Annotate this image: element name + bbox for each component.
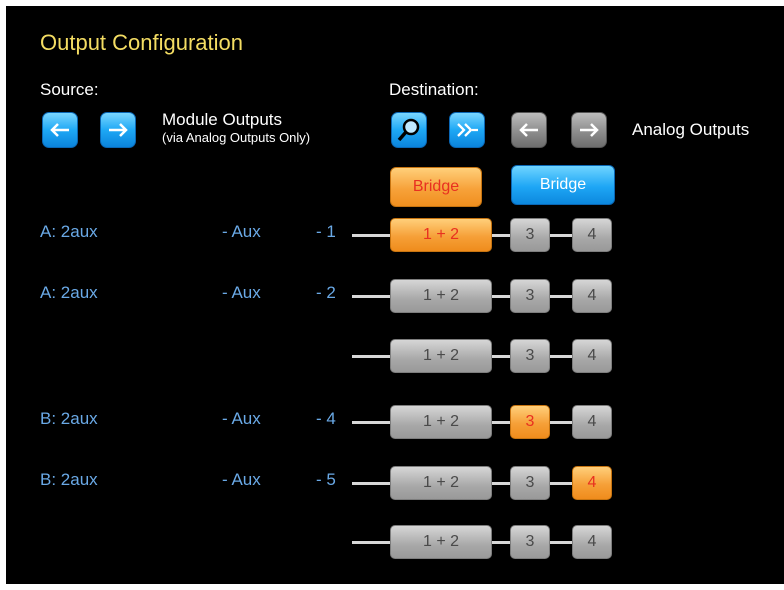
row-wire bbox=[352, 355, 392, 358]
row-output-1-2-button[interactable]: 1 + 2 bbox=[390, 466, 492, 500]
row-wire bbox=[490, 421, 510, 424]
arrow-left-icon bbox=[50, 123, 69, 137]
row-output-1-2-button[interactable]: 1 + 2 bbox=[390, 339, 492, 373]
row-output-1-2-button[interactable]: 1 + 2 bbox=[390, 405, 492, 439]
row-wire bbox=[550, 482, 572, 485]
source-next-button[interactable] bbox=[100, 112, 136, 148]
row-output-3-button[interactable]: 3 bbox=[510, 525, 550, 559]
source-prev-button[interactable] bbox=[42, 112, 78, 148]
row-wire bbox=[352, 295, 392, 298]
row-wire bbox=[550, 234, 572, 237]
row-output-3-button[interactable]: 3 bbox=[510, 339, 550, 373]
row-output-4-button[interactable]: 4 bbox=[572, 279, 612, 313]
row-wire bbox=[352, 421, 392, 424]
row-number-label: - 4 bbox=[316, 409, 336, 428]
row-output-3-button[interactable]: 3 bbox=[510, 466, 550, 500]
row-output-3-button[interactable]: 3 bbox=[510, 279, 550, 313]
row-output-4-button[interactable]: 4 bbox=[572, 405, 612, 439]
row-aux-label: - Aux bbox=[222, 283, 261, 302]
row-aux-label: - Aux bbox=[222, 409, 261, 428]
output-configuration-panel: Output Configuration Source: Destination… bbox=[6, 6, 784, 584]
module-outputs-note: (via Analog Outputs Only) bbox=[162, 130, 311, 145]
row-wire bbox=[490, 355, 510, 358]
row-output-1-2-button[interactable]: 1 + 2 bbox=[390, 525, 492, 559]
row-output-4-button[interactable]: 4 bbox=[572, 525, 612, 559]
bridge-right-button[interactable]: Bridge bbox=[511, 165, 615, 205]
row-output-3-button[interactable]: 3 bbox=[510, 405, 550, 439]
row-wire bbox=[490, 482, 510, 485]
analog-outputs-label: Analog Outputs bbox=[632, 120, 750, 139]
arrow-left-icon bbox=[519, 123, 538, 137]
row-module-label: B: 2aux bbox=[40, 470, 98, 489]
bridge-left-button[interactable]: Bridge bbox=[390, 167, 482, 207]
destination-next-button[interactable] bbox=[571, 112, 607, 148]
row-aux-label: - Aux bbox=[222, 222, 261, 241]
destination-fast-forward-button[interactable] bbox=[449, 112, 485, 148]
row-wire bbox=[352, 234, 392, 237]
destination-prev-button[interactable] bbox=[511, 112, 547, 148]
row-output-1-2-button[interactable]: 1 + 2 bbox=[390, 218, 492, 252]
row-module-label: A: 2aux bbox=[40, 283, 98, 302]
row-wire bbox=[490, 295, 510, 298]
row-output-1-2-button[interactable]: 1 + 2 bbox=[390, 279, 492, 313]
arrow-right-icon bbox=[109, 123, 128, 137]
row-wire bbox=[550, 421, 572, 424]
row-output-4-button[interactable]: 4 bbox=[572, 339, 612, 373]
row-wire bbox=[352, 541, 392, 544]
row-wire bbox=[550, 355, 572, 358]
source-label: Source: bbox=[40, 80, 99, 99]
row-wire bbox=[490, 541, 510, 544]
destination-search-button[interactable] bbox=[391, 112, 427, 148]
double-arrow-right-icon bbox=[457, 123, 478, 137]
row-number-label: - 1 bbox=[316, 222, 336, 241]
row-module-label: A: 2aux bbox=[40, 222, 98, 241]
row-output-3-button[interactable]: 3 bbox=[510, 218, 550, 252]
destination-label: Destination: bbox=[389, 80, 479, 99]
arrow-right-icon bbox=[580, 123, 599, 137]
row-number-label: - 5 bbox=[316, 470, 336, 489]
row-wire bbox=[352, 482, 392, 485]
row-output-4-button[interactable]: 4 bbox=[572, 218, 612, 252]
row-wire bbox=[490, 234, 510, 237]
page-title: Output Configuration bbox=[40, 30, 244, 55]
row-wire bbox=[550, 295, 572, 298]
row-output-4-button[interactable]: 4 bbox=[572, 466, 612, 500]
module-outputs-label: Module Outputs bbox=[162, 110, 283, 129]
row-wire bbox=[550, 541, 572, 544]
row-module-label: B: 2aux bbox=[40, 409, 98, 428]
row-aux-label: - Aux bbox=[222, 470, 261, 489]
magnifier-icon bbox=[397, 118, 420, 142]
row-number-label: - 2 bbox=[316, 283, 336, 302]
